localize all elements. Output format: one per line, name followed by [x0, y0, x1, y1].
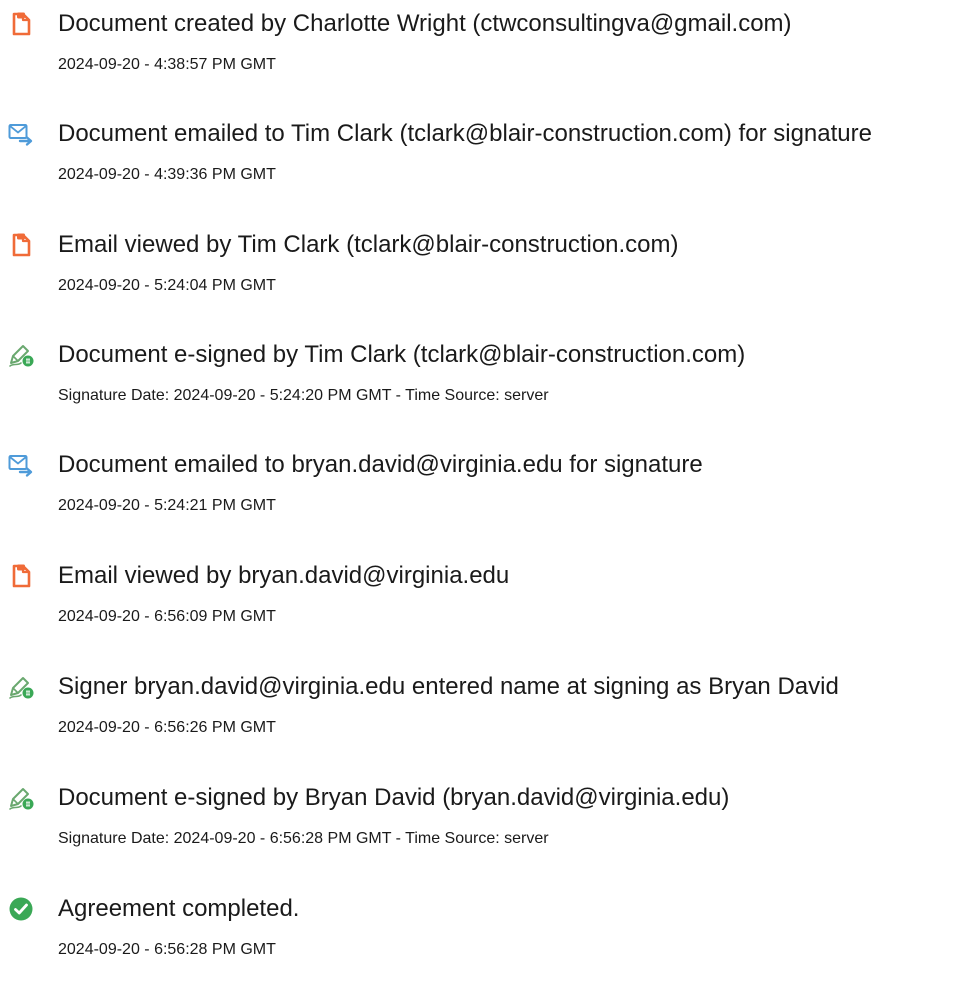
event-timestamp: 2024-09-20 - 6:56:28 PM GMT — [58, 941, 276, 958]
event-timestamp: Signature Date: 2024-09-20 - 6:56:28 PM … — [58, 830, 549, 847]
document-icon — [8, 11, 34, 37]
history-event: Email viewed by bryan.david@virginia.edu… — [0, 552, 963, 632]
event-timestamp: 2024-09-20 - 4:38:57 PM GMT — [58, 56, 276, 73]
history-event: Signer bryan.david@virginia.edu entered … — [0, 663, 963, 743]
event-title: Email viewed by bryan.david@virginia.edu — [58, 562, 510, 589]
event-title: Agreement completed. — [58, 895, 300, 922]
history-event: Document created by Charlotte Wright (ct… — [0, 0, 963, 80]
event-timestamp: 2024-09-20 - 5:24:04 PM GMT — [58, 277, 276, 294]
history-event: Email viewed by Tim Clark (tclark@blair-… — [0, 221, 963, 301]
event-timestamp: 2024-09-20 - 5:24:21 PM GMT — [58, 497, 276, 514]
email-sent-icon — [8, 452, 34, 478]
event-title: Email viewed by Tim Clark (tclark@blair-… — [58, 231, 679, 258]
event-title: Document emailed to bryan.david@virginia… — [58, 451, 703, 478]
event-timestamp: 2024-09-20 - 4:39:36 PM GMT — [58, 166, 276, 183]
history-event: Document e-signed by Tim Clark (tclark@b… — [0, 331, 963, 411]
event-title: Document emailed to Tim Clark (tclark@bl… — [58, 120, 872, 147]
document-icon — [8, 563, 34, 589]
esign-pen-icon — [8, 342, 34, 368]
event-timestamp: 2024-09-20 - 6:56:26 PM GMT — [58, 719, 276, 736]
history-event: Document e-signed by Bryan David (bryan.… — [0, 774, 963, 854]
history-event: Document emailed to Tim Clark (tclark@bl… — [0, 110, 963, 190]
checkmark-circle-icon — [8, 896, 34, 922]
event-title: Signer bryan.david@virginia.edu entered … — [58, 673, 839, 700]
email-sent-icon — [8, 121, 34, 147]
document-icon — [8, 232, 34, 258]
event-title: Document e-signed by Bryan David (bryan.… — [58, 784, 730, 811]
history-event: Document emailed to bryan.david@virginia… — [0, 441, 963, 521]
esign-pen-icon — [8, 674, 34, 700]
event-title: Document created by Charlotte Wright (ct… — [58, 10, 792, 37]
event-timestamp: 2024-09-20 - 6:56:09 PM GMT — [58, 608, 276, 625]
event-timestamp: Signature Date: 2024-09-20 - 5:24:20 PM … — [58, 387, 549, 404]
esign-pen-icon — [8, 785, 34, 811]
history-event: Agreement completed. 2024-09-20 - 6:56:2… — [0, 885, 963, 965]
event-title: Document e-signed by Tim Clark (tclark@b… — [58, 341, 746, 368]
